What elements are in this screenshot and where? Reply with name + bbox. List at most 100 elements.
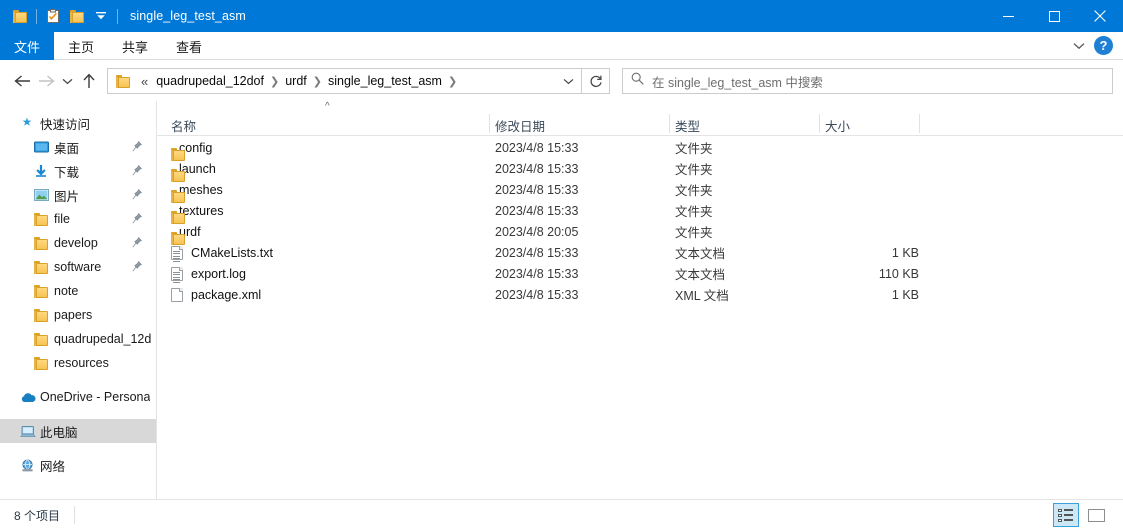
ribbon-tab-bar: 文件 主页 共享 查看 ?	[0, 32, 1123, 60]
file-type-cell: XML 文档	[675, 289, 729, 303]
pin-icon[interactable]	[132, 188, 143, 203]
address-dropdown-icon[interactable]	[557, 69, 579, 93]
sidebar-item-quick-access[interactable]: 快速访问	[0, 111, 156, 135]
file-date-cell: 2023/4/8 20:05	[495, 224, 579, 239]
file-type-cell: 文件夹	[675, 163, 713, 177]
file-name-cell[interactable]: urdf	[171, 225, 201, 245]
refresh-button[interactable]	[582, 68, 610, 94]
sidebar-label: 快速访问	[40, 117, 91, 132]
window-controls	[985, 0, 1123, 32]
column-divider-1[interactable]	[489, 114, 490, 133]
breadcrumb-chevron-2[interactable]: ❯	[447, 75, 458, 88]
sidebar-label: quadrupedal_12d	[54, 332, 152, 346]
sidebar-item-downloads[interactable]: 下载	[0, 159, 156, 183]
star-pin-icon	[20, 116, 38, 130]
column-header-size[interactable]: 大小	[825, 116, 850, 135]
file-name-cell[interactable]: launch	[171, 162, 216, 182]
sidebar-item-note[interactable]: note	[0, 279, 156, 303]
file-name-cell[interactable]: package.xml	[171, 287, 261, 302]
pin-icon[interactable]	[132, 212, 143, 227]
pin-icon[interactable]	[132, 236, 143, 251]
breadcrumb-chevron-0: ❯	[269, 75, 280, 88]
column-divider-3[interactable]	[819, 114, 820, 133]
column-divider-4[interactable]	[919, 114, 920, 133]
address-bar[interactable]: « quadrupedal_12dof ❯ urdf ❯ single_leg_…	[107, 68, 582, 94]
sort-ascending-caret: ^	[325, 101, 330, 112]
sidebar-item-software[interactable]: software	[0, 255, 156, 279]
file-date-cell: 2023/4/8 15:33	[495, 203, 579, 218]
file-name-cell[interactable]: meshes	[171, 183, 223, 203]
sidebar-item-papers[interactable]: papers	[0, 303, 156, 327]
pin-icon[interactable]	[132, 260, 143, 275]
pin-icon[interactable]	[132, 164, 143, 179]
sidebar-item-file[interactable]: file	[0, 207, 156, 231]
help-icon[interactable]: ?	[1094, 36, 1113, 55]
sidebar-item-desktop[interactable]: 桌面	[0, 135, 156, 159]
search-box[interactable]: 在 single_leg_test_asm 中搜索	[622, 68, 1113, 94]
table-row[interactable]: meshes 2023/4/8 15:33 文件夹	[157, 179, 1123, 203]
column-header-name[interactable]: 名称	[171, 116, 196, 135]
tab-share[interactable]: 共享	[108, 32, 162, 60]
file-date-cell: 2023/4/8 15:33	[495, 287, 579, 302]
tab-view[interactable]: 查看	[162, 32, 216, 60]
sidebar-item-quadrupedal[interactable]: quadrupedal_12d	[0, 327, 156, 351]
file-size-cell: 1 KB	[891, 245, 919, 260]
properties-icon[interactable]	[41, 4, 65, 28]
recent-locations-button[interactable]	[58, 68, 77, 94]
table-row[interactable]: CMakeLists.txt 2023/4/8 15:33 文本文档 1 KB	[157, 242, 1123, 263]
file-type-cell: 文本文档	[675, 247, 726, 261]
table-row[interactable]: config 2023/4/8 15:33 文件夹	[157, 137, 1123, 161]
file-name-cell[interactable]: export.log	[171, 266, 246, 283]
table-row[interactable]: textures 2023/4/8 15:33 文件夹	[157, 200, 1123, 224]
sidebar-item-pictures[interactable]: 图片	[0, 183, 156, 207]
large-icons-view-button[interactable]	[1083, 503, 1109, 527]
breadcrumb-item-0[interactable]: quadrupedal_12dof	[151, 74, 269, 88]
breadcrumb-item-2[interactable]: single_leg_test_asm	[323, 74, 447, 88]
table-row[interactable]: launch 2023/4/8 15:33 文件夹	[157, 158, 1123, 182]
search-input[interactable]: 在 single_leg_test_asm 中搜索	[652, 72, 823, 91]
file-name-cell[interactable]: config	[171, 141, 212, 161]
minimize-button[interactable]	[985, 0, 1031, 32]
sidebar-item-develop[interactable]: develop	[0, 231, 156, 255]
chevron-down-icon[interactable]	[1066, 33, 1092, 59]
table-row[interactable]: package.xml 2023/4/8 15:33 XML 文档 1 KB	[157, 284, 1123, 305]
file-date-cell: 2023/4/8 15:33	[495, 161, 579, 176]
forward-button[interactable]	[34, 68, 58, 94]
sidebar-item-this-pc[interactable]: 此电脑	[0, 419, 156, 443]
file-name-cell[interactable]: textures	[171, 204, 223, 224]
close-button[interactable]	[1077, 0, 1123, 32]
breadcrumb-overflow[interactable]: «	[135, 74, 151, 89]
column-divider-2[interactable]	[669, 114, 670, 133]
back-button[interactable]	[10, 68, 34, 94]
file-type-cell: 文件夹	[675, 205, 713, 219]
breadcrumb-item-1[interactable]: urdf	[280, 74, 312, 88]
sidebar-item-network[interactable]: 网络	[0, 453, 156, 477]
tab-home[interactable]: 主页	[54, 32, 108, 60]
file-date-cell: 2023/4/8 15:33	[495, 140, 579, 155]
maximize-button[interactable]	[1031, 0, 1077, 32]
column-header-row: 名称 修改日期 类型 大小	[157, 112, 1123, 136]
breadcrumb: « quadrupedal_12dof ❯ urdf ❯ single_leg_…	[135, 74, 557, 89]
folder-icon	[34, 236, 52, 250]
item-count-label: 8 个项目	[14, 508, 61, 523]
pin-icon[interactable]	[132, 140, 143, 155]
customize-qat-icon[interactable]	[89, 4, 113, 28]
file-name-cell[interactable]: CMakeLists.txt	[171, 245, 273, 262]
table-row[interactable]: export.log 2023/4/8 15:33 文本文档 110 KB	[157, 263, 1123, 284]
ribbon-right-controls: ?	[1066, 32, 1123, 59]
details-view-icon	[1058, 508, 1074, 522]
column-header-type[interactable]: 类型	[675, 116, 700, 135]
details-view-button[interactable]	[1053, 503, 1079, 527]
folder-icon[interactable]	[8, 4, 32, 28]
column-header-date[interactable]: 修改日期	[495, 116, 545, 135]
tab-file[interactable]: 文件	[0, 32, 55, 60]
sidebar-item-onedrive[interactable]: OneDrive - Persona	[0, 385, 156, 409]
qat-divider-1	[36, 8, 37, 24]
status-bar: 8 个项目	[0, 499, 1123, 530]
address-bar-row: « quadrupedal_12dof ❯ urdf ❯ single_leg_…	[0, 61, 1123, 101]
sidebar-item-resources[interactable]: resources	[0, 351, 156, 375]
new-folder-icon[interactable]	[65, 4, 89, 28]
table-row[interactable]: urdf 2023/4/8 20:05 文件夹	[157, 221, 1123, 245]
up-button[interactable]	[77, 68, 101, 94]
